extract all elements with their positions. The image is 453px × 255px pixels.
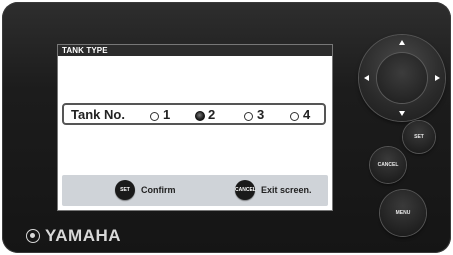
tank-option-label: 2: [208, 107, 216, 122]
brand-name: YAMAHA: [45, 226, 122, 245]
yamaha-logo: YAMAHA: [26, 226, 121, 246]
tank-option-label: 4: [303, 107, 311, 122]
radio-icon[interactable]: [150, 112, 159, 121]
cancel-button[interactable]: CANCEL: [370, 147, 406, 183]
title-bar: TANK TYPE: [58, 45, 332, 56]
arrow-up-icon[interactable]: [399, 40, 405, 45]
confirm-hint: Confirm: [141, 185, 176, 195]
cancel-key-icon: CANCEL: [235, 180, 256, 200]
arrow-left-icon[interactable]: [364, 75, 369, 81]
gauge-device: TANK TYPE Tank No. 1 2 3 4 SET Confirm C…: [2, 2, 451, 253]
set-button[interactable]: SET: [403, 121, 435, 153]
radio-selected-icon[interactable]: [195, 111, 205, 121]
arrow-right-icon[interactable]: [435, 75, 440, 81]
tank-number-selector[interactable]: Tank No. 1 2 3 4: [62, 103, 326, 125]
radio-icon[interactable]: [244, 112, 253, 121]
tank-number-label: Tank No.: [71, 107, 125, 122]
menu-button[interactable]: MENU: [380, 190, 426, 236]
dpad-center[interactable]: [377, 53, 427, 103]
set-key-icon: SET: [115, 180, 135, 200]
radio-icon[interactable]: [290, 112, 299, 121]
screen-title: TANK TYPE: [62, 46, 108, 55]
exit-screen-hint: Exit screen.: [261, 185, 312, 195]
help-footer: SET Confirm CANCEL Exit screen.: [62, 175, 328, 206]
tuning-fork-logo-icon: [26, 229, 40, 243]
tank-option-label: 1: [163, 107, 171, 122]
directional-pad[interactable]: [359, 35, 445, 121]
arrow-down-icon[interactable]: [399, 111, 405, 116]
display-screen: TANK TYPE Tank No. 1 2 3 4 SET Confirm C…: [57, 44, 333, 211]
tank-option-label: 3: [257, 107, 265, 122]
